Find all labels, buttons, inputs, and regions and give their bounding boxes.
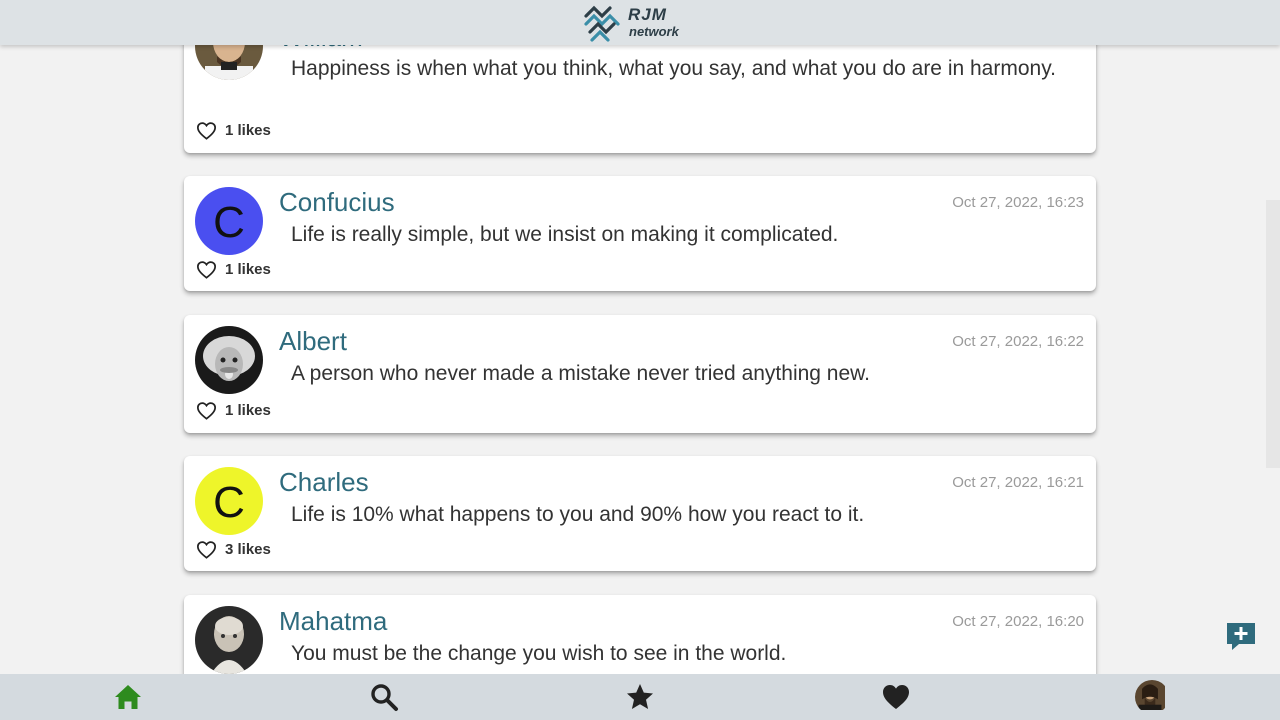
likes-count: 1 likes	[225, 261, 271, 278]
heart-outline-icon[interactable]	[196, 401, 217, 420]
post-text: A person who never made a mistake never …	[291, 362, 870, 385]
heart-outline-icon[interactable]	[196, 260, 217, 279]
nav-profile[interactable]	[1135, 680, 1169, 714]
nav-home[interactable]	[111, 680, 145, 714]
like-control[interactable]: 3 likes	[196, 540, 271, 559]
star-icon	[627, 684, 653, 709]
author-name[interactable]: Albert	[279, 326, 347, 356]
heart-outline-icon[interactable]	[196, 540, 217, 559]
post-feed: William Happiness is when what you think…	[0, 0, 1280, 720]
author-avatar[interactable]	[195, 326, 263, 394]
logo-subtext: network	[629, 24, 679, 39]
author-avatar[interactable]	[195, 606, 263, 674]
logo-text: RJM	[628, 5, 667, 24]
search-icon	[371, 684, 398, 711]
post-date: Oct 27, 2022, 16:22	[952, 333, 1084, 350]
post-date: Oct 27, 2022, 16:21	[952, 474, 1084, 491]
avatar-letter: C	[213, 198, 245, 247]
avatar-letter: C	[213, 478, 245, 527]
author-name[interactable]: Charles	[279, 467, 369, 497]
new-post-button[interactable]	[1225, 620, 1257, 652]
post-text: You must be the change you wish to see i…	[291, 642, 787, 665]
app-logo[interactable]: RJM network	[580, 2, 705, 44]
author-name[interactable]: Confucius	[279, 187, 395, 217]
nav-search[interactable]	[367, 680, 401, 714]
likes-count: 1 likes	[225, 402, 271, 419]
author-avatar[interactable]: C	[195, 467, 263, 535]
add-comment-icon	[1227, 623, 1255, 650]
post-text: Life is 10% what happens to you and 90% …	[291, 503, 865, 526]
author-name[interactable]: Mahatma	[279, 606, 387, 636]
scrollbar[interactable]	[1266, 200, 1280, 468]
profile-avatar	[1135, 680, 1169, 714]
post-card: C Charles Oct 27, 2022, 16:21 Life is 10…	[184, 456, 1096, 571]
nav-favorites[interactable]	[623, 680, 657, 714]
post-date: Oct 27, 2022, 16:20	[952, 613, 1084, 630]
nav-likes[interactable]	[879, 680, 913, 714]
post-text: Life is really simple, but we insist on …	[291, 223, 839, 246]
home-icon	[115, 685, 141, 709]
top-bar: RJM network	[0, 0, 1280, 45]
heart-icon	[883, 685, 909, 709]
likes-count: 3 likes	[225, 541, 271, 558]
post-date: Oct 27, 2022, 16:23	[952, 194, 1084, 211]
author-avatar[interactable]: C	[195, 187, 263, 255]
post-card: Albert Oct 27, 2022, 16:22 A person who …	[184, 315, 1096, 433]
post-card: C Confucius Oct 27, 2022, 16:23 Life is …	[184, 176, 1096, 291]
likes-count: 1 likes	[225, 122, 271, 139]
logo-mark-icon	[584, 5, 620, 42]
post-text: Happiness is when what you think, what y…	[291, 57, 1056, 80]
like-control[interactable]: 1 likes	[196, 401, 271, 420]
like-control[interactable]: 1 likes	[196, 121, 271, 140]
bottom-nav	[0, 674, 1280, 720]
heart-outline-icon[interactable]	[196, 121, 217, 140]
like-control[interactable]: 1 likes	[196, 260, 271, 279]
